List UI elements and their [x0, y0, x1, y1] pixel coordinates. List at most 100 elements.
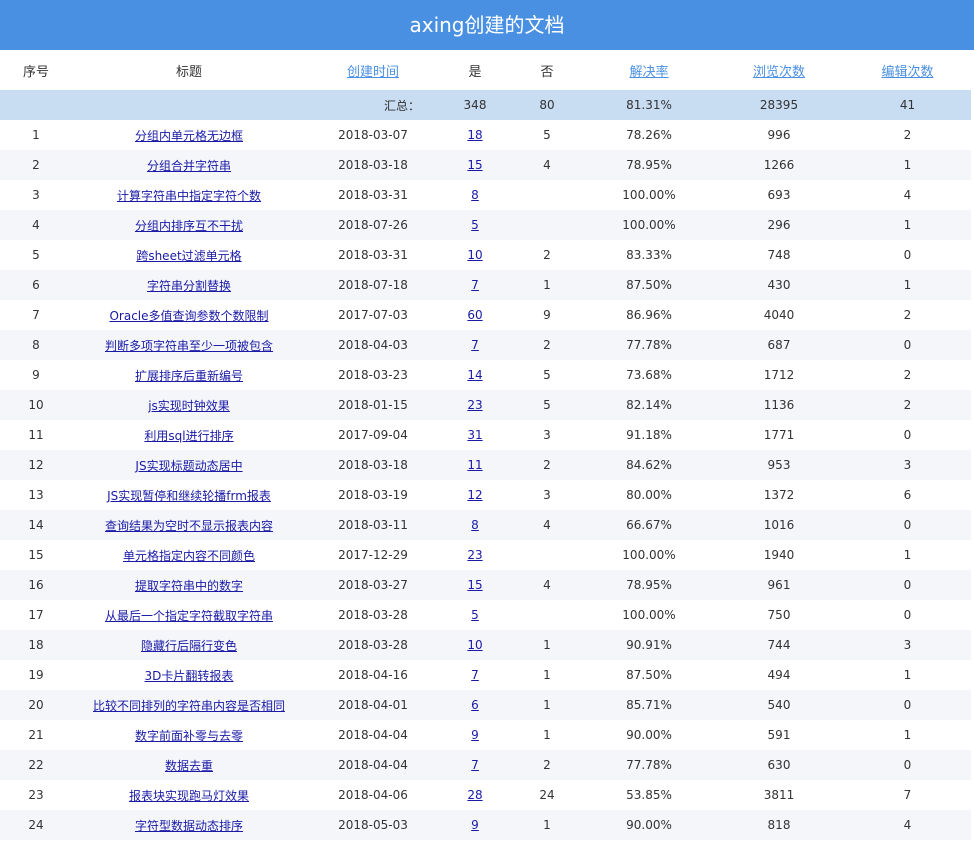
col-header-created[interactable]: 创建时间: [306, 50, 440, 90]
row-title-link[interactable]: 提取字符串中的数字: [135, 579, 243, 593]
row-no: [510, 210, 584, 240]
row-title-link[interactable]: 计算字符串中指定字符个数: [117, 189, 261, 203]
row-title-link[interactable]: 字符型数据动态排序: [135, 819, 243, 833]
col-header-edits[interactable]: 编辑次数: [844, 50, 971, 90]
row-yes-link[interactable]: 7: [471, 278, 479, 292]
row-no: 3: [543, 428, 551, 442]
row-yes-link[interactable]: 5: [471, 608, 479, 622]
table-row: 20 比较不同排列的字符串内容是否相同 2018-04-01 6 1 85.71% 540 0: [0, 690, 971, 720]
row-cell-yes: 5: [440, 600, 510, 630]
row-yes-link[interactable]: 14: [467, 368, 482, 382]
row-yes-link[interactable]: 11: [467, 458, 482, 472]
col-header-views[interactable]: 浏览次数: [714, 50, 844, 90]
row-title-link[interactable]: 隐藏行后隔行变色: [141, 639, 237, 653]
row-yes-link[interactable]: 31: [467, 428, 482, 442]
row-yes-link[interactable]: 12: [467, 488, 482, 502]
sort-created-link[interactable]: 创建时间: [347, 65, 399, 80]
row-yes-link[interactable]: 23: [467, 548, 482, 562]
row-yes-link[interactable]: 23: [467, 398, 482, 412]
row-yes-link[interactable]: 9: [471, 728, 479, 742]
row-seq: 21: [28, 728, 44, 742]
row-title-link[interactable]: 扩展排序后重新编号: [135, 369, 243, 383]
row-title-link[interactable]: Oracle多值查询参数个数限制: [109, 309, 268, 323]
row-edits: 2: [903, 368, 912, 382]
row-cell-yes: 28: [440, 780, 510, 810]
sort-edits-link[interactable]: 编辑次数: [881, 65, 933, 80]
row-title-link[interactable]: JS实现暂停和继续轮播frm报表: [107, 489, 271, 503]
row-rate: 100.00%: [622, 188, 676, 202]
row-yes-link[interactable]: 8: [471, 188, 479, 202]
table-row: 2 分组合并字符串 2018-03-18 15 4 78.95% 1266 1: [0, 150, 971, 180]
row-cell-title: 判断多项字符串至少一项被包含: [72, 330, 306, 360]
row-title-link[interactable]: 字符串分割替换: [147, 279, 231, 293]
row-yes-link[interactable]: 9: [471, 818, 479, 832]
row-title-link[interactable]: 判断多项字符串至少一项被包含: [105, 339, 273, 353]
row-title-link[interactable]: 单元格指定内容不同颜色: [123, 549, 255, 563]
row-edits: 1: [903, 668, 912, 682]
row-no: [510, 180, 584, 210]
row-title-link[interactable]: 跨sheet过滤单元格: [136, 249, 241, 263]
table-row: 14 查询结果为空时不显示报表内容 2018-03-11 8 4 66.67% 1016 0: [0, 510, 971, 540]
row-views: 3811: [763, 788, 795, 802]
row-yes-link[interactable]: 15: [467, 578, 482, 592]
row-edits: 0: [844, 570, 971, 600]
row-title-link[interactable]: 分组合并字符串: [147, 159, 231, 173]
row-title-link[interactable]: 数据去重: [165, 759, 213, 773]
row-yes-link[interactable]: 7: [471, 668, 479, 682]
row-no: 1: [543, 668, 551, 682]
row-date: 2018-03-27: [306, 570, 440, 600]
row-edits: 0: [844, 510, 971, 540]
row-date: 2018-03-18: [306, 150, 440, 180]
sort-views-link[interactable]: 浏览次数: [753, 65, 805, 80]
row-rate: 100.00%: [622, 548, 676, 562]
row-yes-link[interactable]: 7: [471, 338, 479, 352]
row-title-link[interactable]: 比较不同排列的字符串内容是否相同: [93, 699, 285, 713]
row-yes-link[interactable]: 15: [467, 158, 482, 172]
row-cell-title: 扩展排序后重新编号: [72, 360, 306, 390]
row-date: 2018-04-16: [338, 668, 408, 682]
row-no: 4: [510, 150, 584, 180]
row-title-link[interactable]: 从最后一个指定字符截取字符串: [105, 609, 273, 623]
row-rate: 83.33%: [626, 248, 672, 262]
row-title-link[interactable]: 分组内单元格无边框: [135, 129, 243, 143]
row-yes-link[interactable]: 28: [467, 788, 482, 802]
row-yes-link[interactable]: 5: [471, 218, 479, 232]
row-views: 1136: [714, 390, 844, 420]
table-row: 7 Oracle多值查询参数个数限制 2017-07-03 60 9 86.96% 4040…: [0, 300, 971, 330]
row-yes-link[interactable]: 8: [471, 518, 479, 532]
row-seq: 22: [0, 750, 72, 780]
row-date: 2017-09-04: [338, 428, 408, 442]
table-row: 19 3D卡片翻转报表 2018-04-16 7 1 87.50% 494 1: [0, 660, 971, 690]
row-cell-yes: 10: [440, 240, 510, 270]
row-rate: 100.00%: [584, 210, 714, 240]
row-yes-link[interactable]: 7: [471, 758, 479, 772]
row-yes-link[interactable]: 18: [467, 128, 482, 142]
sort-rate-link[interactable]: 解决率: [629, 65, 668, 80]
row-yes-link[interactable]: 60: [467, 308, 482, 322]
summary-blank: [0, 90, 72, 120]
row-rate: 86.96%: [626, 308, 672, 322]
row-title-link[interactable]: 数字前面补零与去零: [135, 729, 243, 743]
row-seq: 11: [28, 428, 44, 442]
row-edits: 4: [903, 188, 912, 202]
row-yes-link[interactable]: 10: [467, 638, 482, 652]
row-title-link[interactable]: 分组内排序互不干扰: [135, 219, 243, 233]
col-header-no: 否: [540, 64, 554, 80]
row-seq: 6: [0, 270, 72, 300]
row-title-link[interactable]: 查询结果为空时不显示报表内容: [105, 519, 273, 533]
table-header-row: 序号 标题 创建时间 是 否 解决率 浏览次数 编辑次数: [0, 50, 971, 90]
row-cell-title: 3D卡片翻转报表: [72, 660, 306, 690]
row-title-link[interactable]: 3D卡片翻转报表: [145, 669, 234, 683]
col-header-rate[interactable]: 解决率: [584, 50, 714, 90]
row-title-link[interactable]: JS实现标题动态居中: [135, 459, 242, 473]
row-seq: 3: [32, 188, 40, 202]
row-cell-yes: 8: [440, 180, 510, 210]
row-title-link[interactable]: 利用sql进行排序: [144, 429, 233, 443]
table-row: 6 字符串分割替换 2018-07-18 7 1 87.50% 430 1: [0, 270, 971, 300]
row-title-link[interactable]: js实现时钟效果: [148, 399, 230, 413]
row-yes-link[interactable]: 10: [467, 248, 482, 262]
row-cell-yes: 8: [440, 510, 510, 540]
row-yes-link[interactable]: 6: [471, 698, 479, 712]
row-title-link[interactable]: 报表块实现跑马灯效果: [129, 789, 249, 803]
row-views: 430: [714, 270, 844, 300]
